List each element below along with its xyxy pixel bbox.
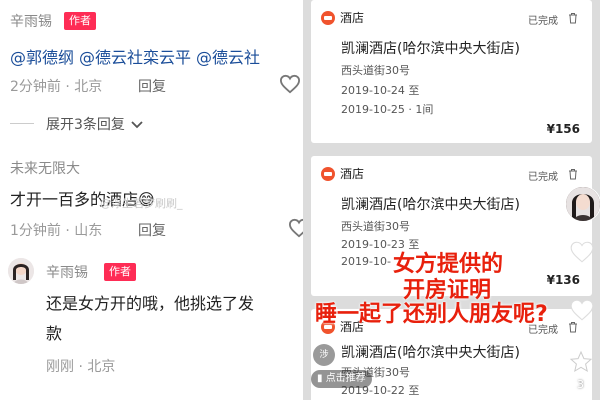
- comment-text-line: 款: [46, 324, 63, 343]
- hotel-orders-pane: 酒店 已完成 凯澜酒店(哈尔滨中央大街店) 西头道街30号 2019-10-24…: [303, 0, 600, 400]
- order-card-header: 酒店: [321, 9, 364, 26]
- star-icon[interactable]: [569, 350, 593, 374]
- reply-button[interactable]: 回复: [138, 220, 166, 240]
- chevron-down-icon: [131, 121, 144, 129]
- comment-username[interactable]: 辛雨锡: [46, 262, 88, 282]
- comment-time: 1分钟前: [10, 223, 61, 239]
- order-card-header: 酒店: [321, 165, 364, 182]
- expand-replies-label: 展开3条回复: [46, 117, 125, 133]
- trash-icon[interactable]: [568, 168, 578, 180]
- star-count: 3: [577, 378, 584, 391]
- reply-button[interactable]: 回复: [138, 76, 166, 96]
- heart-icon[interactable]: [279, 74, 301, 94]
- hotel-icon: [321, 166, 335, 181]
- checkout-date: 2019-10-: [341, 255, 391, 268]
- comment-location: 山东: [74, 223, 103, 239]
- heart-icon[interactable]: [569, 298, 595, 322]
- comment-pane: 辛雨锡 作者 @郭德纲 @德云社栾云平 @德云社 2分钟前 · 北京 回复 展开3条…: [0, 0, 303, 400]
- trash-icon[interactable]: [568, 12, 578, 24]
- hotel-address: 西头道街30号: [341, 64, 410, 77]
- mentions-line: @郭德纲 @德云社栾云平 @德云社: [10, 44, 265, 68]
- avatar[interactable]: [8, 258, 34, 284]
- overlay-caption-line: 睡一起了还别人朋友呢?: [315, 302, 548, 327]
- recommend-icon: ▮: [317, 373, 326, 384]
- hotel-name: 凯澜酒店(哈尔滨中央大街店): [341, 41, 520, 57]
- comment-time: 2分钟前: [10, 79, 61, 95]
- comment-text-line: 还是女方开的哦，他挑选了发: [46, 294, 255, 313]
- watermark: @浮生若梦刷刷_: [100, 197, 183, 210]
- recommend-label: 点击推荐: [325, 373, 366, 384]
- mention-link[interactable]: @郭德纲: [10, 48, 74, 67]
- order-card[interactable]: 酒店 已完成 凯澜酒店(哈尔滨中央大街店) 西头道街30号 2019-10-24…: [311, 0, 592, 143]
- heart-icon[interactable]: [569, 240, 595, 264]
- hotel-name: 凯澜酒店(哈尔滨中央大街店): [341, 345, 520, 361]
- expand-divider: [10, 123, 34, 124]
- comment-location: 北京: [87, 359, 116, 375]
- avatar-image: [8, 258, 34, 284]
- order-type: 酒店: [340, 11, 365, 25]
- mention-link[interactable]: @德云社: [196, 48, 260, 67]
- hotel-icon: [321, 10, 335, 25]
- mention-link[interactable]: @德云社栾云平: [79, 48, 191, 67]
- trash-icon[interactable]: [568, 321, 578, 333]
- comment-location: 北京: [74, 79, 103, 95]
- hotel-name: 凯澜酒店(哈尔滨中央大街店): [341, 197, 520, 213]
- comment-meta: 刚刚 · 北京: [46, 359, 116, 375]
- comment-meta: 2分钟前 · 北京: [10, 79, 103, 95]
- checkin-date: 2019-10-24 至: [341, 84, 420, 97]
- avatar-image: [566, 187, 600, 221]
- comment-username[interactable]: 辛雨锡: [10, 11, 52, 31]
- creator-avatar[interactable]: [565, 186, 600, 222]
- uploader-avatar[interactable]: 涉: [313, 344, 335, 366]
- order-status: 已完成: [528, 172, 558, 183]
- hotel-address: 西头道街30号: [341, 220, 410, 233]
- order-price: ¥156: [546, 122, 580, 136]
- comment-time: 刚刚: [46, 359, 74, 375]
- expand-replies-button[interactable]: 展开3条回复: [46, 114, 144, 134]
- order-type: 酒店: [340, 167, 365, 181]
- recommend-button[interactable]: ▮ 点击推荐: [311, 370, 372, 388]
- order-price: ¥136: [546, 273, 580, 287]
- author-badge: 作者: [104, 263, 136, 281]
- author-badge: 作者: [64, 12, 96, 30]
- comment-username[interactable]: 未来无限大: [10, 158, 80, 178]
- comment-meta: 1分钟前 · 山东: [10, 223, 103, 239]
- heart-icon[interactable]: [288, 218, 303, 238]
- order-status: 已完成: [528, 16, 558, 27]
- checkout-date: 2019-10-25 · 1间: [341, 103, 434, 116]
